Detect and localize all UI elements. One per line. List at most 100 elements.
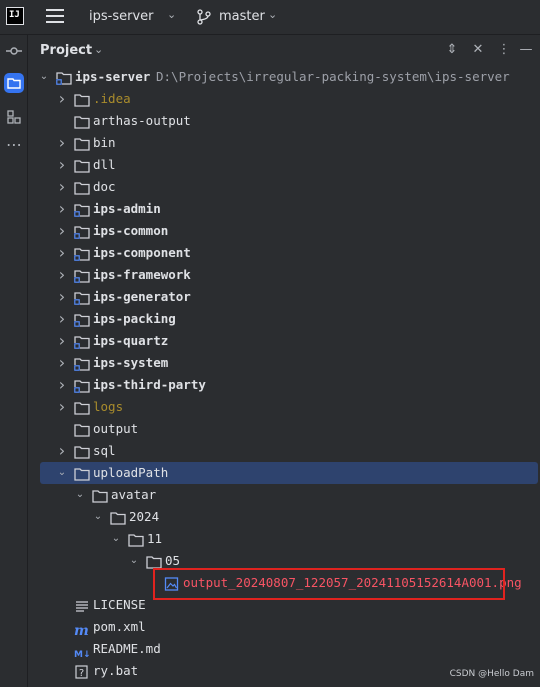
tree-node[interactable]: ⌄ 11 — [28, 528, 540, 550]
folder-icon — [74, 180, 90, 195]
chevron-right-icon[interactable]: › — [56, 132, 68, 154]
svg-text:?: ? — [79, 668, 84, 679]
chevron-right-icon[interactable]: › — [56, 374, 68, 396]
chevron-down-icon[interactable]: ⌄ — [38, 66, 50, 88]
tree-node[interactable]: output — [28, 418, 540, 440]
chevron-right-icon[interactable]: › — [56, 286, 68, 308]
tree-node[interactable]: › ips-packing — [28, 308, 540, 330]
branch-icon[interactable] — [197, 9, 211, 25]
minimize-icon[interactable]: — — [518, 42, 534, 58]
tree-node[interactable]: › ips-third-party — [28, 374, 540, 396]
folder-icon — [128, 532, 144, 547]
tree-node-label: pom.xml — [93, 619, 146, 634]
chevron-right-icon[interactable]: › — [56, 198, 68, 220]
tree-node-label: ips-packing — [93, 311, 176, 326]
tree-node-label: ips-generator — [93, 289, 191, 304]
chevron-down-icon[interactable]: ⌄ — [74, 484, 86, 506]
tree-node[interactable]: › ips-admin — [28, 198, 540, 220]
tree-node-label: ips-common — [93, 223, 169, 238]
tree-node-label: ips-framework — [93, 267, 191, 282]
tree-node[interactable]: M↓ README.md — [28, 638, 540, 660]
project-path: D:\Projects\irregular-packing-system\ips… — [156, 69, 510, 84]
tree-node[interactable]: › ips-component — [28, 242, 540, 264]
folder-icon — [74, 92, 90, 107]
tree-node-label: ips-component — [93, 245, 191, 260]
options-icon[interactable]: ⋮ — [496, 42, 512, 58]
chevron-right-icon[interactable]: › — [56, 88, 68, 110]
tree-node-label: dll — [93, 157, 116, 172]
tree-node-label: ry.bat — [93, 663, 139, 678]
close-icon[interactable]: ✕ — [470, 42, 486, 58]
chevron-down-icon[interactable]: ⌄ — [56, 462, 68, 484]
tree-node-label: README.md — [93, 641, 161, 656]
tree-node[interactable]: › ips-framework — [28, 264, 540, 286]
expand-collapse-icon[interactable]: ⇕ — [444, 42, 460, 58]
tree-node[interactable]: › sql — [28, 440, 540, 462]
tree-node[interactable]: › ips-quartz — [28, 330, 540, 352]
panel-title[interactable]: Project — [40, 43, 92, 58]
module-folder-icon — [74, 246, 90, 261]
tree-node[interactable]: › ips-system — [28, 352, 540, 374]
main-menu-icon[interactable] — [46, 9, 64, 25]
chevron-right-icon[interactable]: › — [56, 154, 68, 176]
tree-node[interactable]: › doc — [28, 176, 540, 198]
chevron-right-icon[interactable]: › — [56, 242, 68, 264]
tree-node[interactable]: ⌄ uploadPath — [40, 462, 538, 484]
module-folder-icon — [74, 202, 90, 217]
chevron-right-icon[interactable]: › — [56, 352, 68, 374]
chevron-right-icon[interactable]: › — [56, 220, 68, 242]
tree-node[interactable]: › ips-generator — [28, 286, 540, 308]
tree-node-label: 2024 — [129, 509, 160, 524]
panel-header: Project ⌄ ⇕ ✕ ⋮ — — [28, 35, 540, 65]
folder-icon — [92, 488, 108, 503]
commit-icon[interactable] — [4, 41, 24, 61]
chevron-down-icon[interactable]: ⌄ — [268, 8, 277, 21]
chevron-right-icon[interactable]: › — [56, 440, 68, 462]
tree-node-label: arthas-output — [93, 113, 191, 128]
module-folder-icon — [74, 268, 90, 283]
tree-node[interactable]: › dll — [28, 154, 540, 176]
tree-node[interactable]: › logs — [28, 396, 540, 418]
structure-icon[interactable] — [4, 107, 24, 127]
chevron-right-icon[interactable]: › — [56, 176, 68, 198]
unknown-file-icon: ? — [74, 664, 90, 679]
chevron-down-icon[interactable]: ⌄ — [167, 8, 176, 21]
project-tool-icon[interactable] — [4, 73, 24, 93]
project-selector[interactable]: ips-server — [89, 9, 153, 24]
folder-icon — [74, 114, 90, 129]
folder-icon — [74, 400, 90, 415]
highlight-annotation — [153, 568, 505, 600]
tree-node[interactable]: arthas-output — [28, 110, 540, 132]
tree-node[interactable]: › .idea — [28, 88, 540, 110]
chevron-right-icon[interactable]: › — [56, 396, 68, 418]
chevron-right-icon[interactable]: › — [56, 308, 68, 330]
folder-icon — [74, 422, 90, 437]
chevron-down-icon[interactable]: ⌄ — [110, 528, 122, 550]
tree-node[interactable]: › ips-common — [28, 220, 540, 242]
tree-node-label: sql — [93, 443, 116, 458]
tree-node-label: bin — [93, 135, 116, 150]
chevron-down-icon[interactable]: ⌄ — [128, 550, 140, 572]
chevron-right-icon[interactable]: › — [56, 330, 68, 352]
module-folder-icon — [74, 290, 90, 305]
module-folder-icon — [74, 378, 90, 393]
tree-node[interactable]: ⌄ avatar — [28, 484, 540, 506]
folder-icon — [74, 158, 90, 173]
tree-node[interactable]: ⌄ ips-server D:\Projects\irregular-packing… — [28, 66, 540, 88]
tree-node[interactable]: ⌄ 2024 — [28, 506, 540, 528]
tree-node-label: logs — [93, 399, 124, 414]
tree-node[interactable]: › bin — [28, 132, 540, 154]
tree-node-label: ips-admin — [93, 201, 161, 216]
tree-node-label: uploadPath — [93, 465, 169, 480]
tree-node-label: ips-third-party — [93, 377, 206, 392]
intellij-logo-icon[interactable]: IJ — [6, 7, 24, 25]
maven-file-icon: m — [74, 623, 89, 639]
chevron-right-icon[interactable]: › — [56, 264, 68, 286]
branch-selector[interactable]: master — [219, 9, 265, 24]
tree-node-label: ips-server — [75, 69, 151, 84]
chevron-down-icon[interactable]: ⌄ — [92, 506, 104, 528]
watermark: CSDN @Hello Dam — [449, 669, 534, 679]
tree-node[interactable]: m pom.xml — [28, 616, 540, 638]
chevron-down-icon[interactable]: ⌄ — [94, 43, 103, 56]
more-tools-icon[interactable]: ⋯ — [4, 135, 24, 155]
